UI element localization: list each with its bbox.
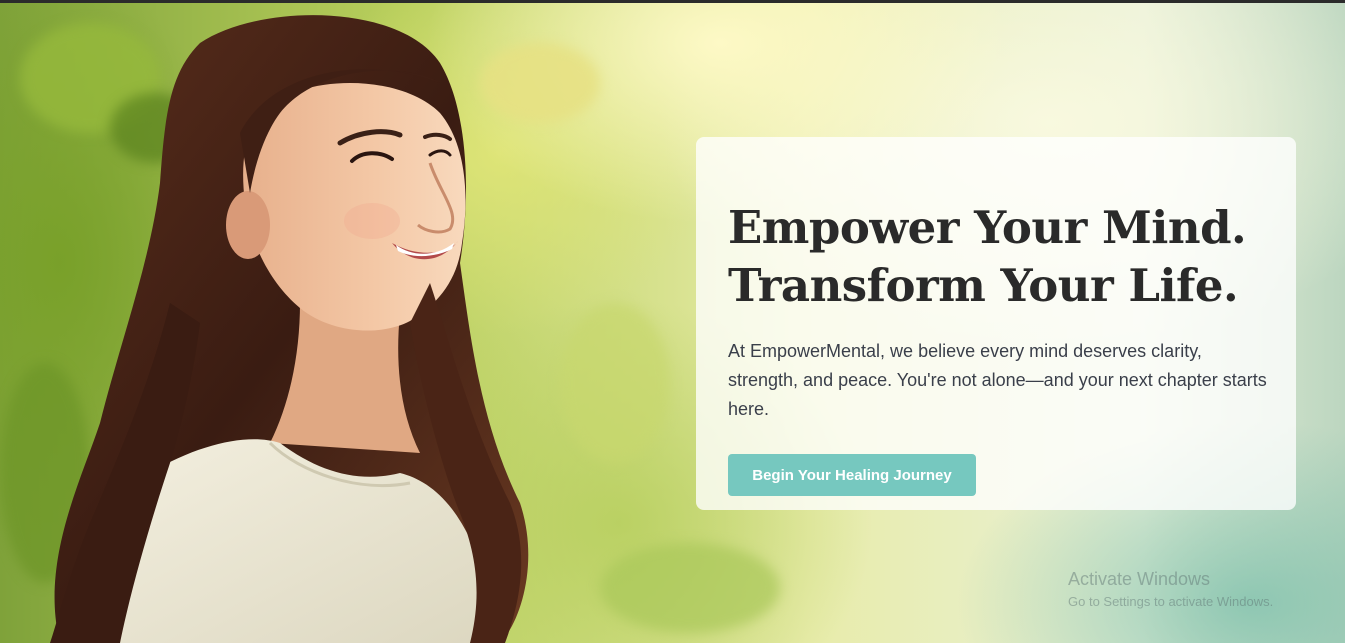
woman-portrait-image xyxy=(50,15,529,643)
headline-line-1: Empower Your Mind. xyxy=(728,201,1247,254)
watermark-title: Activate Windows xyxy=(1068,569,1211,589)
hero-headline: Empower Your Mind. Transform Your Life. xyxy=(728,199,1264,315)
begin-healing-journey-button[interactable]: Begin Your Healing Journey xyxy=(728,454,976,496)
hero-lead-text: At EmpowerMental, we believe every mind … xyxy=(728,341,1267,419)
activate-windows-watermark: Activate Windows Go to Settings to activ… xyxy=(1068,569,1273,609)
watermark-subtitle: Go to Settings to activate Windows. xyxy=(1068,594,1274,609)
window-top-border xyxy=(0,0,1345,3)
hero-card: Empower Your Mind. Transform Your Life. … xyxy=(696,137,1296,510)
headline-line-2: Transform Your Life. xyxy=(728,259,1239,312)
hero-section: Empower Your Mind. Transform Your Life. … xyxy=(0,3,1345,643)
